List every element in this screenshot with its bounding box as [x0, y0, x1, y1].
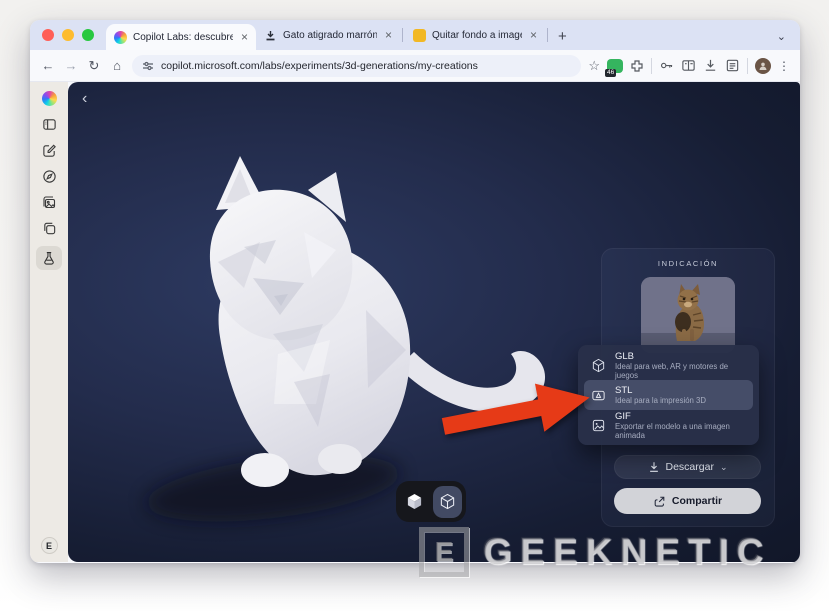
media-images-icon[interactable] [41, 194, 58, 211]
copilot-favicon-icon [114, 31, 127, 44]
tabby-cat-photo [641, 277, 735, 353]
tab-close-icon[interactable]: × [241, 30, 248, 44]
url-text: copilot.microsoft.com/labs/experiments/3… [161, 60, 478, 72]
3d-viewer[interactable]: ‹ [68, 82, 800, 562]
tab-copilot-labs[interactable]: Copilot Labs: descubre inicia × [106, 24, 256, 50]
solid-view-button[interactable] [400, 486, 430, 518]
back-button[interactable]: ← [40, 58, 56, 73]
home-button[interactable]: ⌂ [109, 58, 125, 73]
traffic-lights [42, 20, 94, 50]
tab-separator [547, 28, 548, 42]
tab-title: Copilot Labs: descubre inicia [133, 32, 233, 43]
solid-cube-icon [406, 493, 423, 510]
profile-avatar[interactable] [755, 58, 771, 74]
browser-window: Copilot Labs: descubre inicia × Gato ati… [30, 20, 800, 563]
tab-strip: Copilot Labs: descubre inicia × Gato ati… [30, 20, 800, 50]
close-window-icon[interactable] [42, 29, 54, 41]
tab-close-icon[interactable]: × [385, 28, 392, 42]
downloads-icon[interactable] [703, 58, 718, 73]
labs-flask-icon [42, 251, 56, 265]
share-icon [653, 495, 666, 508]
wireframe-cube-icon [439, 493, 456, 510]
zoom-window-icon[interactable] [82, 29, 94, 41]
tab-quitar-fondo[interactable]: Quitar fondo a imagenes onli × [405, 20, 545, 50]
download-icon [648, 461, 660, 473]
extensions-puzzle-icon[interactable] [630, 59, 644, 73]
share-button[interactable]: Compartir [614, 488, 761, 514]
window-body: E ‹ [30, 82, 800, 562]
export-option-stl[interactable]: STL Ideal para la impresión 3D [584, 380, 753, 410]
reload-button[interactable]: ↻ [86, 58, 102, 74]
tab-separator [402, 28, 403, 42]
bg-remover-favicon-icon [413, 29, 426, 42]
screenshot-stage: Copilot Labs: descubre inicia × Gato ati… [0, 0, 829, 611]
prompt-image-thumbnail [641, 277, 735, 353]
pages-copy-icon[interactable] [41, 220, 58, 237]
url-bar[interactable]: copilot.microsoft.com/labs/experiments/3… [132, 55, 581, 77]
tab-close-icon[interactable]: × [530, 28, 537, 42]
export-option-description: Ideal para la impresión 3D [615, 396, 706, 405]
passwords-key-icon[interactable] [659, 58, 674, 73]
export-option-description: Exportar el modelo a una imagen animada [615, 422, 746, 440]
view-mode-toolbar [396, 481, 466, 522]
site-settings-tune-icon[interactable] [142, 60, 154, 72]
minimize-window-icon[interactable] [62, 29, 74, 41]
extension-badge: 46 [605, 69, 616, 77]
tab-gato-atigrado[interactable]: Gato atigrado marrón en esc × [256, 20, 400, 50]
new-tab-button[interactable]: + [558, 28, 567, 45]
copilot-logo-icon[interactable] [41, 90, 58, 107]
download-label: Descargar [666, 461, 714, 473]
browser-menu-dots-icon[interactable]: ⋮ [778, 59, 790, 73]
export-option-description: Ideal para web, AR y motores de juegos [615, 362, 746, 380]
sidebar-panel-icon[interactable] [41, 116, 58, 133]
forward-button[interactable]: → [63, 58, 79, 73]
tab-search-chevron-icon[interactable]: ⌄ [777, 30, 786, 43]
tab-title: Quitar fondo a imagenes onli [432, 30, 522, 41]
notes-list-icon[interactable] [725, 58, 740, 73]
download-favicon-icon [264, 29, 277, 42]
export-option-label: GIF [615, 411, 746, 422]
export-option-gif[interactable]: GIF Exportar el modelo a una imagen anim… [584, 410, 753, 440]
labs-item-active[interactable] [36, 246, 62, 270]
compose-icon[interactable] [41, 142, 58, 159]
sidebar-profile-avatar[interactable]: E [41, 537, 58, 554]
bookmark-star-icon[interactable]: ☆ [588, 58, 600, 74]
red-annotation-arrow [440, 377, 598, 439]
export-option-glb[interactable]: GLB Ideal para web, AR y motores de jueg… [584, 350, 753, 380]
download-chevron-icon: ⌄ [720, 462, 728, 473]
tab-title: Gato atigrado marrón en esc [283, 30, 377, 41]
export-option-label: GLB [615, 351, 746, 362]
export-option-label: STL [615, 385, 706, 396]
export-format-menu: GLB Ideal para web, AR y motores de jueg… [578, 345, 759, 445]
toolbar-divider [651, 58, 652, 74]
discover-compass-icon[interactable] [41, 168, 58, 185]
browser-toolbar: ← → ↻ ⌂ copilot.microsoft.com/labs/exper… [30, 50, 800, 82]
wireframe-view-button[interactable] [433, 486, 463, 518]
adblock-extension-icon[interactable]: 46 [607, 59, 623, 73]
share-label: Compartir [672, 495, 722, 507]
prompt-label: INDICACIÓN [602, 259, 774, 268]
download-button[interactable]: Descargar ⌄ [614, 455, 761, 479]
reading-list-icon[interactable] [681, 58, 696, 73]
copilot-sidebar: E [30, 82, 68, 562]
toolbar-divider [747, 58, 748, 74]
glb-cube-icon [591, 358, 606, 373]
